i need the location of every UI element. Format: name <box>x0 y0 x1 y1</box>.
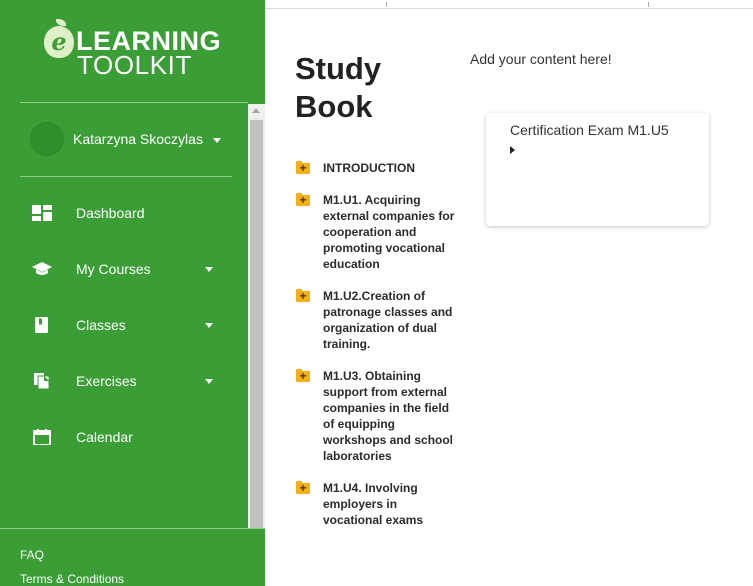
sidebar-item-label: Classes <box>76 317 126 333</box>
chevron-down-icon <box>213 138 221 143</box>
sidebar-item-classes[interactable]: Classes <box>20 310 225 340</box>
sidebar-item-exercises[interactable]: Exercises <box>20 366 225 396</box>
content-placeholder: Add your content here! <box>470 51 612 67</box>
folder-plus-icon[interactable]: + <box>296 161 310 175</box>
sidebar-item-calendar[interactable]: Calendar <box>20 422 225 452</box>
leaf-icon <box>56 19 66 26</box>
sidebar-scrollbar[interactable] <box>248 104 265 528</box>
card-title: Certification Exam M1.U5 <box>510 122 669 138</box>
chevron-down-icon <box>205 379 213 384</box>
avatar <box>30 122 64 156</box>
faq-link[interactable]: FAQ <box>20 548 44 562</box>
terms-link[interactable]: Terms & Conditions <box>20 572 124 586</box>
study-book-toc: + INTRODUCTION + M1.U1. Acquiring extern… <box>295 160 455 544</box>
sidebar-item-my-courses[interactable]: My Courses <box>20 254 225 284</box>
dashboard-icon <box>32 205 52 221</box>
toc-item-m1-u3[interactable]: + M1.U3. Obtaining support from external… <box>295 368 455 464</box>
sidebar-divider <box>20 102 248 103</box>
sidebar-divider <box>20 176 232 177</box>
sidebar: e LEARNING TOOLKIT Katarzyna Skoczylas D… <box>0 0 265 586</box>
graduation-cap-icon <box>32 262 52 275</box>
elearning-toolkit-logo[interactable]: e LEARNING TOOLKIT <box>40 18 240 78</box>
toc-item-introduction[interactable]: + INTRODUCTION <box>295 160 455 176</box>
folder-plus-icon[interactable]: + <box>296 369 310 383</box>
sidebar-item-label: Calendar <box>76 429 133 445</box>
sidebar-item-dashboard[interactable]: Dashboard <box>20 198 225 228</box>
top-bar-edge <box>265 0 753 9</box>
chevron-down-icon <box>205 323 213 328</box>
folder-plus-icon[interactable]: + <box>296 481 310 495</box>
folder-plus-icon[interactable]: + <box>296 289 310 303</box>
certification-exam-card[interactable]: Certification Exam M1.U5 <box>486 113 709 226</box>
sidebar-footer-divider <box>0 528 265 529</box>
page-title: Study Book <box>295 51 382 124</box>
logo-text-toolkit: TOOLKIT <box>77 50 192 80</box>
scroll-up-arrow-icon[interactable] <box>252 108 260 113</box>
apple-logo-icon: e <box>44 26 74 58</box>
user-name: Katarzyna Skoczylas <box>73 131 203 147</box>
toc-item-m1-u2[interactable]: + M1.U2.Creation of patronage classes an… <box>295 288 455 352</box>
chevron-down-icon <box>205 267 213 272</box>
calendar-icon <box>33 429 51 445</box>
scrollbar-thumb[interactable] <box>250 120 263 528</box>
copy-files-icon <box>34 373 50 389</box>
folder-plus-icon[interactable]: + <box>296 193 310 207</box>
top-bar-marker <box>386 2 387 7</box>
toc-item-m1-u1[interactable]: + M1.U1. Acquiring external companies fo… <box>295 192 455 272</box>
toc-item-m1-u4[interactable]: + M1.U4. Involving employers in vocation… <box>295 480 455 528</box>
caret-right-icon[interactable] <box>510 146 515 154</box>
sidebar-item-label: My Courses <box>76 261 151 277</box>
sidebar-item-label: Dashboard <box>76 205 145 221</box>
sidebar-item-label: Exercises <box>76 373 137 389</box>
user-menu[interactable]: Katarzyna Skoczylas <box>30 122 240 156</box>
book-icon <box>35 317 48 333</box>
top-bar-marker <box>648 2 649 7</box>
